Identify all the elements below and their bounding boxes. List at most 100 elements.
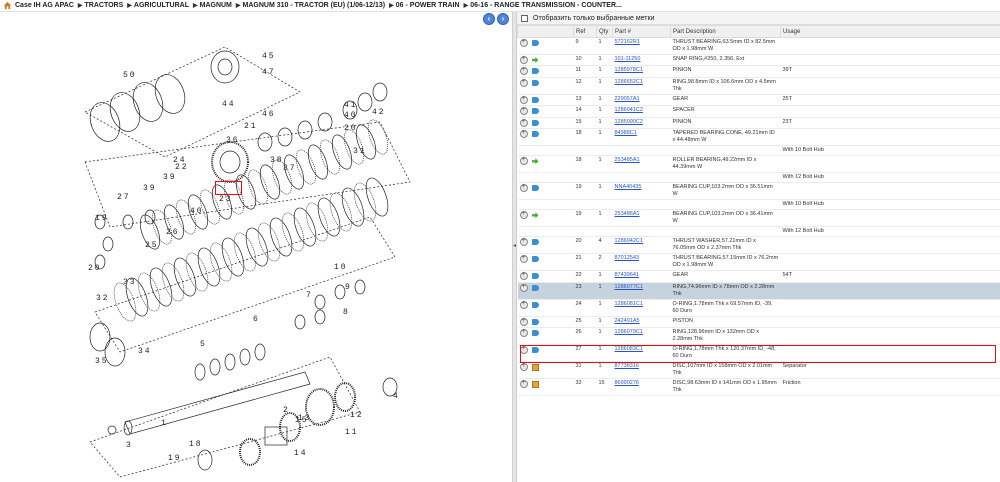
callout-label[interactable]: 44 bbox=[222, 100, 236, 109]
part-number-link[interactable]: NNA40435 bbox=[612, 182, 671, 201]
callout-label[interactable]: 26 bbox=[166, 228, 180, 237]
add-to-list-icon[interactable] bbox=[519, 183, 528, 193]
breadcrumb-item[interactable]: ▶ 06 - POWER TRAIN bbox=[389, 2, 459, 9]
callout-label[interactable]: 42 bbox=[372, 108, 386, 117]
callout-label[interactable]: 2 bbox=[283, 406, 290, 415]
add-to-list-icon[interactable] bbox=[519, 66, 528, 76]
add-to-list-icon[interactable] bbox=[519, 379, 528, 389]
table-row[interactable]: 1411286041C2SPACER bbox=[517, 105, 1000, 118]
callout-label[interactable]: 24 bbox=[173, 156, 187, 165]
add-to-list-icon[interactable] bbox=[519, 95, 528, 104]
callout-label[interactable]: 10 bbox=[334, 263, 348, 272]
cart-icon[interactable] bbox=[531, 96, 539, 103]
cart-icon[interactable] bbox=[531, 185, 539, 192]
add-to-list-icon[interactable] bbox=[519, 237, 528, 247]
add-to-list-icon[interactable] bbox=[519, 328, 528, 338]
replacement-arrow-icon[interactable] bbox=[531, 212, 539, 219]
table-row[interactable]: 101101-11250SNAP RING,#250, 2.356, Ext bbox=[517, 54, 1000, 67]
callout-label[interactable]: 34 bbox=[138, 347, 152, 356]
collapse-arrow-icon[interactable]: ◂ bbox=[513, 242, 516, 252]
callout-label[interactable]: 15 bbox=[295, 416, 309, 425]
table-row[interactable]: 1211286652C1RING,98.8mm ID x 106.6mm OD … bbox=[517, 77, 1000, 95]
callout-label[interactable]: 27 bbox=[117, 193, 131, 202]
prev-page-icon[interactable]: ‹ bbox=[483, 13, 495, 25]
breadcrumb-item[interactable]: ▶ 06-16 - RANGE TRANSMISSION - COUNTER... bbox=[464, 2, 622, 9]
part-number-link[interactable]: 1286081C1 bbox=[612, 299, 671, 317]
add-to-list-icon[interactable] bbox=[519, 106, 528, 116]
part-number-link[interactable]: 87012543 bbox=[612, 253, 671, 272]
part-number-link[interactable]: 1285990C2 bbox=[612, 117, 671, 130]
table-row[interactable]: 2611286079C1RING,128.96mm ID x 132mm OD … bbox=[517, 327, 1000, 346]
callout-label[interactable]: 14 bbox=[294, 449, 308, 458]
callout-label[interactable]: 38 bbox=[270, 156, 284, 165]
package-icon[interactable] bbox=[531, 380, 539, 388]
breadcrumb-item[interactable]: ▶ MAGNUM 310 - TRACTOR (EU) (1/06-12/13) bbox=[236, 2, 385, 9]
part-number-link[interactable]: 87439641 bbox=[612, 270, 671, 283]
callout-label[interactable]: 32 bbox=[96, 294, 110, 303]
package-icon[interactable] bbox=[531, 363, 539, 371]
add-to-list-icon[interactable] bbox=[519, 345, 528, 355]
cart-icon[interactable] bbox=[531, 318, 539, 325]
table-row[interactable]: 1111285978C1PINION39T bbox=[517, 65, 1000, 78]
table-row[interactable]: 181253485A1ROLLER BEARING,49.22mm ID x 4… bbox=[517, 155, 1000, 174]
callout-label[interactable]: 37 bbox=[283, 164, 297, 173]
callout-label[interactable]: 50 bbox=[123, 71, 137, 80]
cart-icon[interactable] bbox=[531, 40, 539, 46]
column-header[interactable] bbox=[517, 25, 574, 38]
callout-label[interactable]: 7 bbox=[306, 291, 313, 300]
cart-icon[interactable] bbox=[531, 347, 539, 354]
table-row[interactable]: 22187439641GEAR54T bbox=[517, 270, 1000, 283]
callout-label[interactable]: 35 bbox=[95, 357, 109, 366]
callout-label[interactable]: 25 bbox=[145, 241, 159, 250]
column-header[interactable]: Part Description bbox=[670, 25, 781, 38]
part-number-link[interactable]: 1286041C2 bbox=[612, 105, 671, 118]
part-number-link[interactable]: 253485A1 bbox=[612, 155, 671, 174]
callout-label[interactable]: 21 bbox=[244, 122, 258, 131]
callout-label[interactable]: 45 bbox=[262, 52, 276, 61]
callout-label[interactable]: 47 bbox=[262, 68, 276, 77]
callout-label[interactable]: 39 bbox=[163, 173, 177, 182]
callout-label[interactable]: 19 bbox=[168, 454, 182, 463]
breadcrumb-item[interactable]: ▶ MAGNUM bbox=[193, 2, 232, 9]
add-to-list-icon[interactable] bbox=[519, 210, 528, 220]
column-header[interactable]: Ref bbox=[573, 25, 597, 38]
callout-label[interactable]: 20 bbox=[344, 124, 358, 133]
part-number-link[interactable]: 86990276 bbox=[612, 378, 671, 397]
callout-label[interactable]: 20 bbox=[88, 264, 102, 273]
add-to-list-icon[interactable] bbox=[519, 78, 528, 87]
table-row[interactable]: 2041286042C1THRUST WASHER,57.21mm ID x 7… bbox=[517, 236, 1000, 255]
callout-label[interactable]: 8 bbox=[343, 308, 350, 317]
table-row[interactable]: 2311286077C1RING,74.96mm ID x 78mm OD x … bbox=[517, 282, 1000, 300]
callout-label[interactable]: 23 bbox=[219, 195, 233, 204]
callout-label[interactable]: 12 bbox=[350, 411, 364, 420]
callout-label[interactable]: 18 bbox=[189, 440, 203, 449]
add-to-list-icon[interactable] bbox=[519, 300, 528, 309]
part-number-link[interactable]: 1286083C1 bbox=[612, 344, 671, 363]
part-number-link[interactable]: 1285978C1 bbox=[612, 65, 671, 78]
add-to-list-icon[interactable] bbox=[519, 156, 528, 166]
cart-icon[interactable] bbox=[531, 79, 539, 86]
add-to-list-icon[interactable] bbox=[519, 283, 528, 292]
callout-label[interactable]: 31 bbox=[353, 147, 367, 156]
column-header[interactable]: Part # bbox=[612, 25, 671, 38]
part-number-link[interactable]: 220057A1 bbox=[612, 94, 671, 107]
part-number-link[interactable]: 84988C1 bbox=[612, 128, 671, 147]
show-selected-only-checkbox[interactable] bbox=[521, 14, 528, 22]
table-row[interactable]: 2411286081C1O-RING,1.78mm Thk x 69.57mm … bbox=[517, 299, 1000, 317]
part-number-link[interactable]: 242491A5 bbox=[612, 316, 671, 329]
callout-label[interactable]: 4 bbox=[393, 392, 400, 401]
table-row[interactable]: 1511285990C2PINION23T bbox=[517, 117, 1000, 130]
callout-label[interactable]: 40 bbox=[344, 111, 358, 120]
callout-label[interactable]: 46 bbox=[262, 110, 276, 119]
callout-label[interactable]: 3 bbox=[126, 441, 133, 450]
add-to-list-icon[interactable] bbox=[519, 129, 528, 139]
table-row[interactable]: 18184988C1TAPERED BEARING,CONE, 49.21mm … bbox=[517, 128, 1000, 147]
callout-label[interactable]: 6 bbox=[253, 315, 260, 324]
add-to-list-icon[interactable] bbox=[519, 38, 528, 47]
column-header[interactable]: Qty bbox=[596, 25, 613, 38]
cart-icon[interactable] bbox=[531, 108, 539, 115]
cart-icon[interactable] bbox=[531, 131, 539, 138]
part-number-link[interactable]: 253486A1 bbox=[612, 209, 671, 228]
callout-label[interactable]: 1 bbox=[161, 419, 168, 428]
table-row[interactable]: 321586990276DISC,98.63mm ID x 141mm OD x… bbox=[517, 378, 1000, 397]
